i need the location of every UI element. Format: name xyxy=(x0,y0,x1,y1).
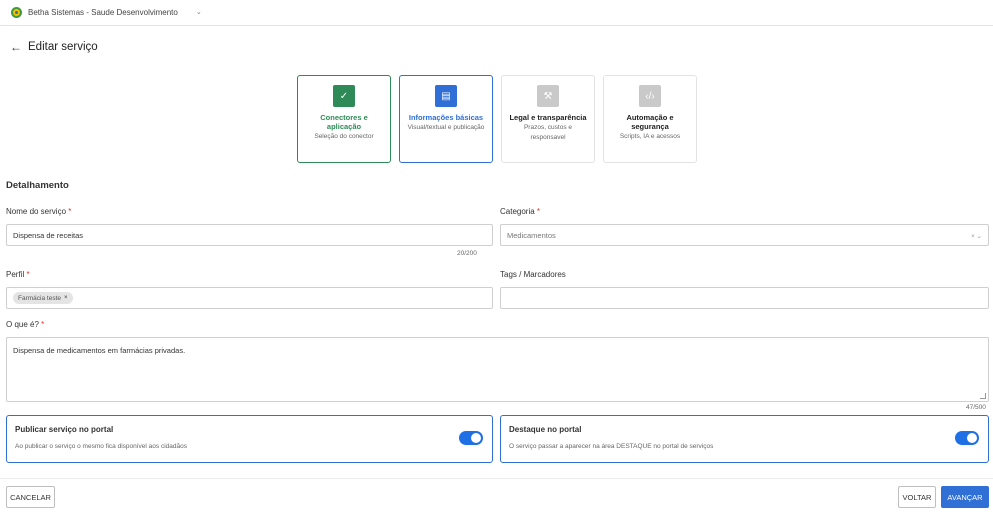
step-subtitle: Scripts, IA e acessos xyxy=(619,133,681,140)
step-title: Automação e segurança xyxy=(626,113,673,131)
chip-label: Farmácia teste xyxy=(18,294,61,302)
required-marker: * xyxy=(41,320,45,329)
step-title-line1: Automação e xyxy=(626,113,674,122)
step-title: Conectores e aplicação xyxy=(320,113,368,131)
what-is-label: O que é? * xyxy=(6,320,44,329)
step-subtitle: Visual/textual e publicação xyxy=(407,124,485,131)
publish-portal-card: Publicar serviço no portal Ao publicar o… xyxy=(6,415,493,463)
toggle-knob xyxy=(471,433,481,443)
what-is-counter: 47/500 xyxy=(966,404,986,411)
profile-multiselect[interactable]: Farmácia teste × xyxy=(6,287,493,309)
wizard-stepper: ✓ Conectores e aplicação Seleção do cone… xyxy=(297,75,697,163)
step-title-line2: segurança xyxy=(631,122,669,131)
page-header: ← Editar serviço xyxy=(10,40,98,54)
gavel-icon: ⚒ xyxy=(537,85,559,107)
service-name-counter: 20/200 xyxy=(457,250,477,257)
next-button[interactable]: AVANÇAR xyxy=(941,486,989,508)
section-title: Detalhamento xyxy=(6,180,69,191)
top-divider xyxy=(0,25,993,26)
top-bar: Betha Sistemas - Saude Desenvolvimento ⌄ xyxy=(0,0,993,24)
service-name-label: Nome do serviço * xyxy=(6,207,71,216)
step-subtitle: Prazos, custos e responsavel xyxy=(523,124,573,141)
required-marker: * xyxy=(26,270,30,279)
step-legal[interactable]: ⚒ Legal e transparência Prazos, custos e… xyxy=(501,75,595,163)
toggle-knob xyxy=(967,433,977,443)
step-connectors[interactable]: ✓ Conectores e aplicação Seleção do cone… xyxy=(297,75,391,163)
required-marker: * xyxy=(68,207,72,216)
category-select-controls: × ⌄ xyxy=(971,232,982,240)
highlight-portal-title: Destaque no portal xyxy=(509,425,582,434)
highlight-portal-toggle[interactable] xyxy=(955,431,979,445)
service-name-input[interactable]: Dispensa de receitas xyxy=(6,224,493,246)
category-value: Medicamentos xyxy=(507,230,556,240)
profile-label-text: Perfil xyxy=(6,270,25,279)
required-marker: * xyxy=(536,207,541,216)
publish-portal-subtitle: Ao publicar o serviço o mesmo fica dispo… xyxy=(15,443,187,450)
step-title-line1: Conectores e xyxy=(320,113,368,122)
publish-portal-toggle[interactable] xyxy=(459,431,483,445)
code-icon: ‹/› xyxy=(639,85,661,107)
step-basic-info[interactable]: ▤ Informações básicas Visual/textual e p… xyxy=(399,75,493,163)
profile-chip: Farmácia teste × xyxy=(13,292,73,304)
footer-divider xyxy=(0,478,993,479)
clear-icon[interactable]: × xyxy=(971,233,975,240)
check-icon: ✓ xyxy=(333,85,355,107)
app-switcher-chevron-icon[interactable]: ⌄ xyxy=(196,8,202,16)
what-is-textarea[interactable]: Dispensa de medicamentos em farmácias pr… xyxy=(6,337,989,402)
cancel-button[interactable]: CANCELAR xyxy=(6,486,55,508)
chip-remove-icon[interactable]: × xyxy=(64,295,68,301)
back-button[interactable]: VOLTAR xyxy=(898,486,936,508)
step-subtitle: Seleção do conector xyxy=(314,133,374,140)
profile-label: Perfil * xyxy=(6,270,30,279)
what-is-value: Dispensa de medicamentos em farmácias pr… xyxy=(13,346,186,355)
highlight-portal-subtitle: O serviço passar a aparecer na área DEST… xyxy=(509,443,714,450)
page-title: Editar serviço xyxy=(28,41,98,53)
step-title: Legal e transparência xyxy=(509,113,587,122)
app-name[interactable]: Betha Sistemas - Saude Desenvolvimento xyxy=(28,8,178,17)
tags-input[interactable] xyxy=(500,287,989,309)
tags-label: Tags / Marcadores xyxy=(500,270,566,279)
resize-handle-icon[interactable] xyxy=(980,393,986,399)
service-name-label-text: Nome do serviço xyxy=(6,207,67,216)
category-label: Categoria * xyxy=(500,207,540,216)
service-name-value: Dispensa de receitas xyxy=(13,230,84,240)
betha-logo-icon xyxy=(11,6,22,18)
back-arrow-icon[interactable]: ← xyxy=(10,40,22,54)
category-label-text: Categoria xyxy=(500,207,535,216)
chevron-down-icon[interactable]: ⌄ xyxy=(977,233,982,240)
highlight-portal-card: Destaque no portal O serviço passar a ap… xyxy=(500,415,989,463)
publish-portal-title: Publicar serviço no portal xyxy=(15,425,114,434)
step-title-line2: aplicação xyxy=(326,122,362,131)
step-automation[interactable]: ‹/› Automação e segurança Scripts, IA e … xyxy=(603,75,697,163)
document-icon: ▤ xyxy=(435,85,457,107)
step-title: Informações básicas xyxy=(408,113,484,122)
what-is-label-text: O que é? xyxy=(6,320,39,329)
category-select[interactable]: Medicamentos × ⌄ xyxy=(500,224,989,246)
